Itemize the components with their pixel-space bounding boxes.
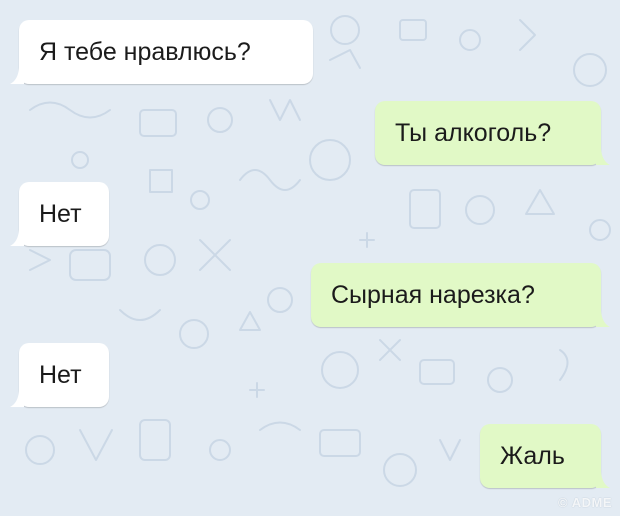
incoming-message-bubble[interactable]: Нет [10,343,109,407]
message-text: Нет [39,199,82,228]
chat-area: Я тебе нравлюсь? Ты алкоголь? Нет Сырная… [0,0,620,516]
outgoing-message-bubble[interactable]: Ты алкоголь? [375,101,610,165]
bubble-tail [596,311,610,327]
bubble-tail [596,149,610,165]
message-text: Нет [39,360,82,389]
message-text: Сырная нарезка? [331,280,535,309]
incoming-message-bubble[interactable]: Нет [10,182,109,246]
watermark: © ADME [558,495,612,510]
incoming-message-bubble[interactable]: Я тебе нравлюсь? [10,20,313,84]
bubble-tail [10,391,24,407]
bubble-tail [10,68,24,84]
outgoing-message-bubble[interactable]: Сырная нарезка? [311,263,610,327]
bubble-tail [596,472,610,488]
outgoing-message-bubble[interactable]: Жаль [480,424,610,488]
message-text: Жаль [500,441,565,470]
message-text: Ты алкоголь? [395,118,552,147]
bubble-tail [10,230,24,246]
message-text: Я тебе нравлюсь? [39,37,251,66]
